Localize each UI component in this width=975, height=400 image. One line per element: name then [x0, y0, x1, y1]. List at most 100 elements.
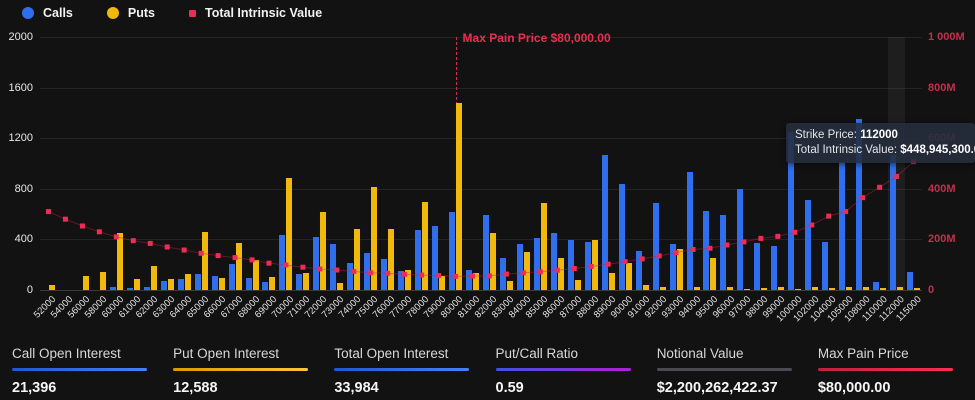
put-bar[interactable] [422, 202, 428, 290]
put-bar[interactable] [286, 178, 292, 290]
legend-item-puts[interactable]: Puts [107, 6, 155, 20]
put-bar[interactable] [473, 273, 479, 290]
put-bar[interactable] [49, 285, 55, 290]
put-bar[interactable] [694, 287, 700, 290]
put-bar[interactable] [609, 273, 615, 290]
call-bar[interactable] [619, 184, 625, 290]
legend-item-intrinsic[interactable]: Total Intrinsic Value [189, 6, 322, 20]
put-bar[interactable] [490, 233, 496, 290]
put-bar[interactable] [897, 287, 903, 290]
call-bar[interactable] [330, 244, 336, 290]
call-bar[interactable] [585, 242, 591, 290]
call-bar[interactable] [602, 155, 608, 290]
call-bar[interactable] [398, 271, 404, 290]
legend-item-calls[interactable]: Calls [22, 6, 73, 20]
call-bar[interactable] [822, 242, 828, 290]
call-bar[interactable] [195, 274, 201, 290]
put-bar[interactable] [677, 249, 683, 290]
call-bar[interactable] [687, 172, 693, 290]
call-bar[interactable] [771, 246, 777, 290]
put-bar[interactable] [83, 276, 89, 290]
put-bar[interactable] [592, 240, 598, 290]
put-bar[interactable] [846, 287, 852, 290]
put-bar[interactable] [337, 283, 343, 290]
put-bar[interactable] [761, 288, 767, 290]
intrinsic-dot[interactable] [63, 217, 68, 222]
call-bar[interactable] [483, 215, 489, 290]
call-bar[interactable] [670, 244, 676, 290]
call-bar[interactable] [636, 251, 642, 290]
put-bar[interactable] [100, 272, 106, 290]
call-bar[interactable] [551, 233, 557, 290]
call-bar[interactable] [212, 276, 218, 290]
open-interest-chart[interactable]: 20001 000M1600800M1200600M800400M400200M… [0, 0, 975, 340]
intrinsic-dot[interactable] [300, 265, 305, 270]
put-bar[interactable] [541, 203, 547, 290]
call-bar[interactable] [517, 244, 523, 290]
call-bar[interactable] [313, 237, 319, 290]
put-bar[interactable] [626, 263, 632, 290]
put-bar[interactable] [439, 276, 445, 290]
put-bar[interactable] [812, 287, 818, 290]
call-bar[interactable] [534, 238, 540, 290]
intrinsic-dot[interactable] [46, 209, 51, 214]
call-bar[interactable] [449, 212, 455, 290]
put-bar[interactable] [303, 273, 309, 290]
put-bar[interactable] [168, 279, 174, 290]
call-bar[interactable] [703, 211, 709, 290]
put-bar[interactable] [151, 266, 157, 290]
put-bar[interactable] [744, 289, 750, 290]
put-bar[interactable] [524, 252, 530, 290]
call-bar[interactable] [907, 272, 913, 290]
call-bar[interactable] [500, 258, 506, 290]
put-bar[interactable] [388, 229, 394, 290]
put-bar[interactable] [880, 288, 886, 290]
put-bar[interactable] [829, 288, 835, 290]
call-bar[interactable] [161, 281, 167, 290]
call-bar[interactable] [110, 287, 116, 290]
call-bar[interactable] [364, 253, 370, 290]
call-bar[interactable] [754, 243, 760, 290]
call-bar[interactable] [720, 215, 726, 290]
put-bar[interactable] [202, 232, 208, 290]
put-bar[interactable] [575, 280, 581, 290]
call-bar[interactable] [381, 259, 387, 290]
put-bar[interactable] [660, 287, 666, 290]
intrinsic-dot[interactable] [97, 229, 102, 234]
call-bar[interactable] [466, 270, 472, 290]
call-bar[interactable] [178, 279, 184, 290]
put-bar[interactable] [371, 187, 377, 290]
put-bar[interactable] [236, 243, 242, 290]
call-bar[interactable] [246, 278, 252, 290]
call-bar[interactable] [890, 155, 896, 290]
intrinsic-dot[interactable] [165, 244, 170, 249]
call-bar[interactable] [415, 230, 421, 290]
put-bar[interactable] [117, 233, 123, 290]
put-bar[interactable] [643, 285, 649, 290]
call-bar[interactable] [805, 200, 811, 290]
put-bar[interactable] [456, 103, 462, 290]
call-bar[interactable] [839, 162, 845, 290]
put-bar[interactable] [219, 278, 225, 290]
call-bar[interactable] [873, 282, 879, 290]
put-bar[interactable] [354, 229, 360, 290]
intrinsic-dot[interactable] [148, 241, 153, 246]
put-bar[interactable] [134, 279, 140, 290]
intrinsic-dot[interactable] [80, 223, 85, 228]
call-bar[interactable] [568, 240, 574, 290]
put-bar[interactable] [269, 277, 275, 290]
put-bar[interactable] [727, 287, 733, 290]
put-bar[interactable] [253, 260, 259, 290]
call-bar[interactable] [347, 263, 353, 290]
put-bar[interactable] [914, 288, 920, 290]
call-bar[interactable] [144, 287, 150, 290]
call-bar[interactable] [279, 235, 285, 290]
put-bar[interactable] [185, 274, 191, 290]
put-bar[interactable] [507, 281, 513, 290]
intrinsic-dot[interactable] [182, 248, 187, 253]
intrinsic-dot[interactable] [775, 234, 780, 239]
call-bar[interactable] [737, 189, 743, 290]
put-bar[interactable] [778, 287, 784, 290]
intrinsic-dot[interactable] [826, 214, 831, 219]
call-bar[interactable] [653, 203, 659, 290]
